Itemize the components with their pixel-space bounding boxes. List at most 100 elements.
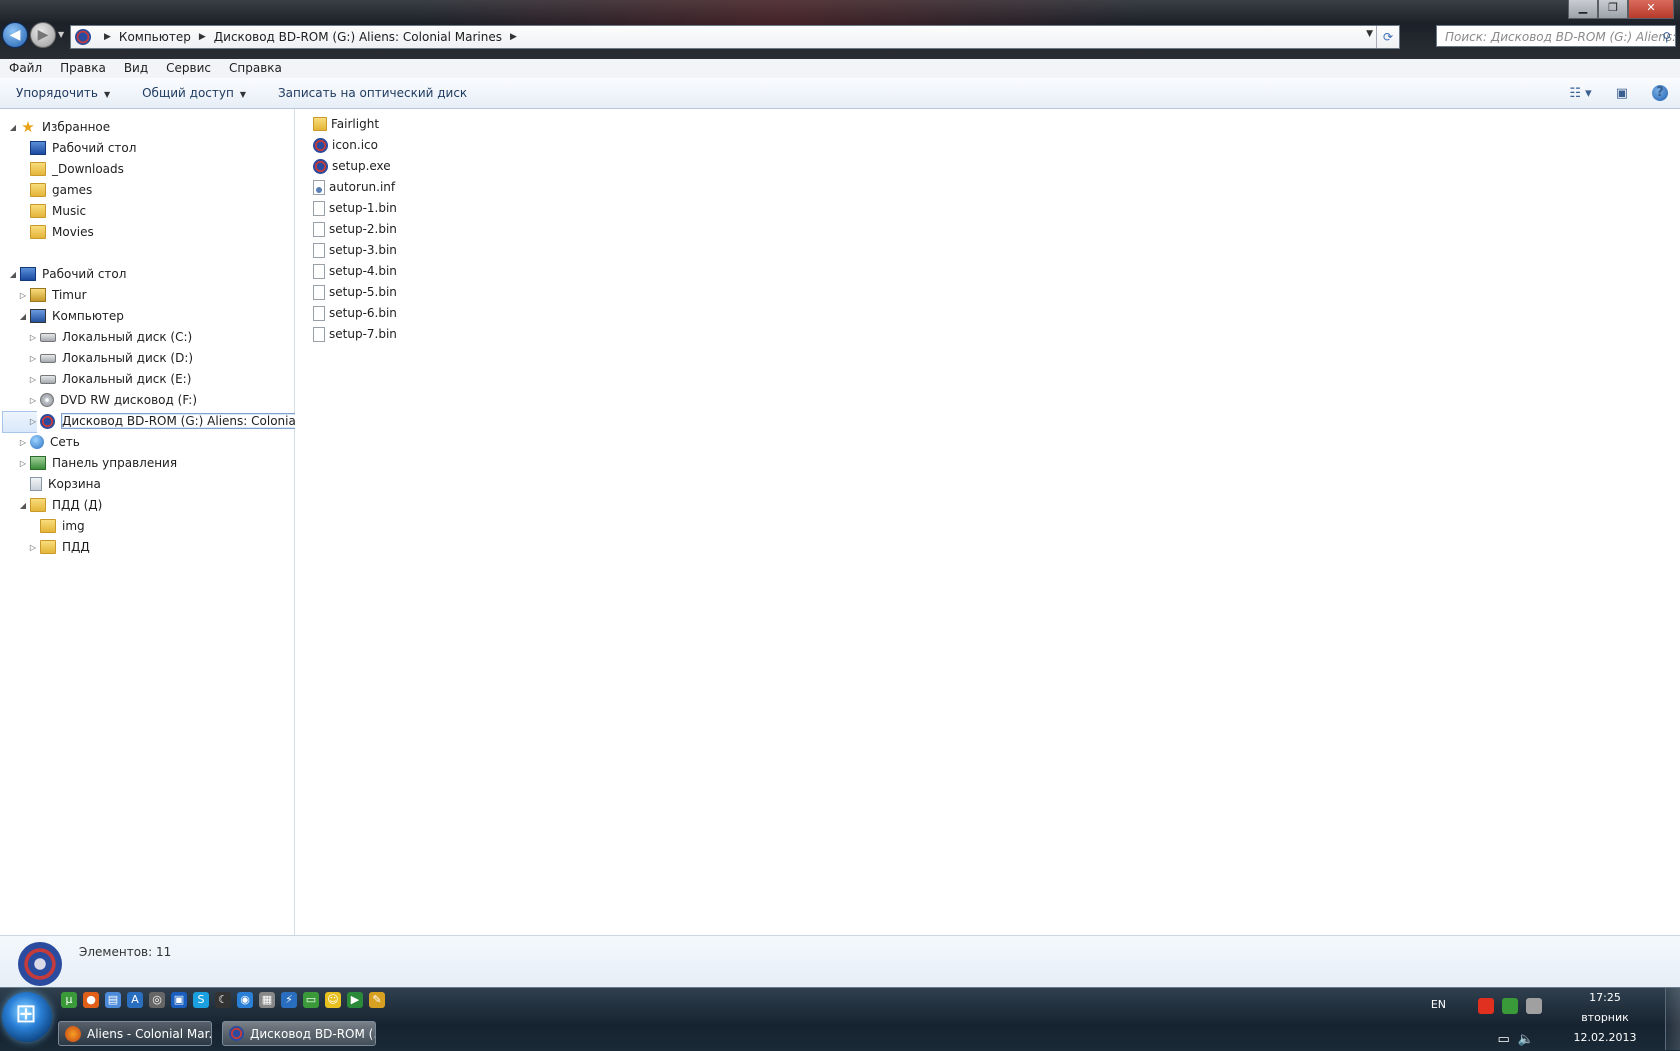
app-play-icon[interactable]: ▶ <box>347 992 363 1008</box>
menu-view[interactable]: Вид <box>115 59 157 78</box>
taskbar-task-firefox[interactable]: Aliens - Colonial Mar... <box>58 1021 212 1046</box>
burn-button[interactable]: Записать на оптический диск <box>262 86 483 100</box>
firefox-icon[interactable]: ● <box>83 992 99 1008</box>
maximize-button[interactable]: ❐ <box>1598 0 1628 19</box>
volume-icon[interactable]: 🔈 <box>1518 1032 1534 1047</box>
clock[interactable]: 17:25 вторник 12.02.2013 <box>1565 988 1645 1048</box>
tree-drive-e[interactable]: ▷ Локальный диск (E:) <box>28 369 191 389</box>
tree-pdd-img[interactable]: img <box>38 516 85 536</box>
refresh-icon[interactable]: ⟳ <box>1376 26 1399 48</box>
tree-drive-f[interactable]: ▷ DVD RW дисковод (F:) <box>28 390 197 410</box>
breadcrumb-computer[interactable]: Компьютер <box>119 30 191 44</box>
settings-file-icon <box>313 179 325 195</box>
tree-network[interactable]: ▷ Сеть <box>18 432 80 452</box>
network-tray-icon[interactable]: ▭ <box>1498 1032 1510 1047</box>
search-input[interactable]: Поиск: Дисковод BD-ROM (G:) Aliens:... ⚲ <box>1436 25 1676 47</box>
collapsed-arrow-icon[interactable]: ▷ <box>28 543 38 552</box>
tree-drive-d[interactable]: ▷ Локальный диск (D:) <box>28 348 193 368</box>
app-moon-icon[interactable]: ☾ <box>215 992 231 1008</box>
expanded-arrow-icon[interactable]: ◢ <box>18 312 28 321</box>
file-item[interactable]: setup-7.bin <box>313 324 397 344</box>
app-pencil-icon[interactable]: ✎ <box>369 992 385 1008</box>
tree-recycle-bin[interactable]: Корзина <box>28 474 101 494</box>
file-item[interactable]: setup-1.bin <box>313 198 397 218</box>
tree-desktop[interactable]: ◢ Рабочий стол <box>8 264 126 284</box>
usb-icon[interactable] <box>1502 998 1518 1014</box>
tree-fav-desktop[interactable]: Рабочий стол <box>28 138 136 158</box>
forward-arrow-icon[interactable]: ▶ <box>30 22 56 48</box>
close-button[interactable]: ✕ <box>1628 0 1674 19</box>
collapsed-arrow-icon[interactable]: ▷ <box>28 396 38 405</box>
tree-fav-downloads[interactable]: _Downloads <box>28 159 124 179</box>
collapsed-arrow-icon[interactable]: ▷ <box>18 459 28 468</box>
file-item[interactable]: setup-6.bin <box>313 303 397 323</box>
utorrent-icon[interactable]: µ <box>61 992 77 1008</box>
tree-fav-movies[interactable]: Movies <box>28 222 94 242</box>
tree-pdd-root[interactable]: ◢ ПДД (Д) <box>18 495 102 515</box>
menu-edit[interactable]: Правка <box>51 59 115 78</box>
smiley-icon[interactable]: ☺ <box>325 992 341 1008</box>
tree-label: Компьютер <box>52 309 124 323</box>
folder-icon <box>40 540 56 554</box>
back-arrow-icon[interactable]: ◀ <box>2 22 28 48</box>
preview-pane-icon[interactable]: ▣ <box>1616 86 1628 101</box>
start-button[interactable] <box>2 992 52 1042</box>
chevron-right-icon[interactable]: ▶ <box>510 32 517 42</box>
folder-icon <box>40 519 56 533</box>
file-item[interactable]: setup-3.bin <box>313 240 397 260</box>
app-calc-icon[interactable]: ▦ <box>259 992 275 1008</box>
collapsed-arrow-icon[interactable]: ▷ <box>28 417 38 426</box>
collapsed-arrow-icon[interactable]: ▷ <box>28 375 38 384</box>
explorer-icon[interactable]: ▤ <box>105 992 121 1008</box>
app-monitor-icon[interactable]: ▭ <box>303 992 319 1008</box>
file-item[interactable]: setup-4.bin <box>313 261 397 281</box>
tree-drive-c[interactable]: ▷ Локальный диск (C:) <box>28 327 192 347</box>
address-bar[interactable]: ▶ Компьютер ▶ Дисковод BD-ROM (G:) Alien… <box>70 25 1400 49</box>
menu-help[interactable]: Справка <box>220 59 291 78</box>
taskbar-task-explorer[interactable]: Дисковод BD-ROM (... <box>222 1021 376 1046</box>
tree-pdd-sub[interactable]: ▷ ПДД <box>28 537 90 557</box>
history-dropdown-icon[interactable]: ▼ <box>58 30 64 39</box>
expanded-arrow-icon[interactable]: ◢ <box>8 270 18 279</box>
file-item[interactable]: icon.ico <box>313 135 378 155</box>
tree-control-panel[interactable]: ▷ Панель управления <box>18 453 177 473</box>
expanded-arrow-icon[interactable]: ◢ <box>18 501 28 510</box>
app-a-icon[interactable]: A <box>127 992 143 1008</box>
chevron-right-icon[interactable]: ▶ <box>199 32 206 42</box>
tree-fav-games[interactable]: games <box>28 180 92 200</box>
collapsed-arrow-icon[interactable]: ▷ <box>28 354 38 363</box>
collapsed-arrow-icon[interactable]: ▷ <box>18 438 28 447</box>
app-window-icon[interactable]: ▣ <box>171 992 187 1008</box>
search-icon[interactable]: ⚲ <box>1662 26 1671 46</box>
menu-tools[interactable]: Сервис <box>157 59 220 78</box>
chevron-right-icon[interactable]: ▶ <box>104 32 111 42</box>
help-icon[interactable]: ? <box>1652 85 1668 101</box>
menu-file[interactable]: Файл <box>0 59 51 78</box>
file-item[interactable]: setup.exe <box>313 156 391 176</box>
share-button[interactable]: Общий доступ ▼ <box>126 86 262 100</box>
file-item[interactable]: autorun.inf <box>313 177 395 197</box>
collapsed-arrow-icon[interactable]: ▷ <box>18 291 28 300</box>
file-item[interactable]: Fairlight <box>313 114 379 134</box>
file-item[interactable]: setup-5.bin <box>313 282 397 302</box>
address-dropdown-icon[interactable]: ▼ <box>1366 29 1373 39</box>
minimize-button[interactable]: ▁ <box>1568 0 1598 19</box>
skype-icon[interactable]: S <box>193 992 209 1008</box>
tree-favorites[interactable]: ◢ ★ Избранное <box>8 117 110 137</box>
steam-icon[interactable]: ◎ <box>149 992 165 1008</box>
view-options-icon[interactable]: ☷ ▾ <box>1569 86 1591 101</box>
expanded-arrow-icon[interactable]: ◢ <box>8 123 18 132</box>
tree-user[interactable]: ▷ Timur <box>18 285 87 305</box>
app-disc-icon[interactable]: ◉ <box>237 992 253 1008</box>
antivirus-icon[interactable] <box>1478 998 1494 1014</box>
app-bolt-icon[interactable]: ⚡ <box>281 992 297 1008</box>
tools-icon[interactable] <box>1526 998 1542 1014</box>
breadcrumb-drive[interactable]: Дисковод BD-ROM (G:) Aliens: Colonial Ma… <box>214 30 502 44</box>
collapsed-arrow-icon[interactable]: ▷ <box>28 333 38 342</box>
organize-button[interactable]: Упорядочить ▼ <box>0 86 126 100</box>
tree-computer[interactable]: ◢ Компьютер <box>18 306 124 326</box>
show-desktop-button[interactable] <box>1665 988 1680 1050</box>
tree-fav-music[interactable]: Music <box>28 201 86 221</box>
file-item[interactable]: setup-2.bin <box>313 219 397 239</box>
language-indicator[interactable]: EN <box>1431 998 1446 1011</box>
